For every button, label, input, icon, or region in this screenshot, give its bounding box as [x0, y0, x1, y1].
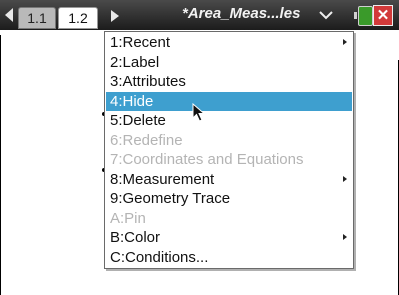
- menu-item[interactable]: C:Conditions...: [106, 248, 352, 267]
- submenu-arrow-icon: [343, 39, 347, 45]
- tab-1-2[interactable]: 1.2: [58, 7, 98, 29]
- menu-item-label: 6:Redefine: [110, 131, 183, 149]
- menu-item-label: 4:Hide: [110, 92, 154, 110]
- menu-item[interactable]: 3:Attributes: [106, 72, 352, 91]
- menu-item-label: 2:Label: [110, 53, 160, 71]
- context-menu: 1:Recent 2:Label 3:Attributes 4:Hide 5:Delet…: [104, 31, 354, 269]
- submenu-arrow-icon: [343, 175, 347, 182]
- menu-item[interactable]: 4:Hide: [106, 91, 352, 111]
- tab-1-1[interactable]: 1.1: [18, 7, 56, 29]
- menu-item[interactable]: 2:Label: [106, 53, 352, 72]
- menu-item[interactable]: 9:Geometry Trace: [106, 189, 352, 208]
- menu-item-label: A:Pin: [110, 209, 146, 227]
- menu-item-label: 5:Delete: [110, 112, 166, 129]
- menu-item[interactable]: 8:Measurement: [106, 170, 352, 189]
- menu-item-label: 8:Measurement: [110, 170, 215, 188]
- submenu-arrow-icon: [343, 234, 347, 240]
- menu-item: 6:Redefine: [106, 131, 352, 150]
- menu-item-label: 3:Attributes: [110, 73, 186, 90]
- menu-item: 7:Coordinates and Equations: [106, 150, 352, 169]
- chevron-down-icon[interactable]: [319, 10, 333, 20]
- menu-item-label: 9:Geometry Trace: [110, 190, 231, 207]
- canvas-line-left: [0, 35, 1, 295]
- menu-item-label: 1:Recent: [110, 34, 171, 51]
- menu-item[interactable]: B:Color: [106, 228, 352, 247]
- menu-item-label: 7:Coordinates and Equations: [110, 151, 304, 168]
- document-title[interactable]: *Area_Meas...les: [182, 5, 300, 22]
- calculator-screen: 1.1 1.2 *Area_Meas...les ✕ 1:Recent 2:Lab…: [0, 0, 399, 295]
- menu-item: A:Pin: [106, 209, 352, 228]
- close-icon[interactable]: ✕: [373, 5, 393, 26]
- tab-right-arrow-icon[interactable]: [111, 10, 119, 22]
- menu-item[interactable]: 5:Delete: [106, 111, 352, 130]
- tab-left-arrow-icon[interactable]: [5, 8, 13, 22]
- menu-item-label: B:Color: [110, 229, 161, 246]
- menu-item[interactable]: 1:Recent: [106, 33, 352, 52]
- battery-icon: [354, 6, 373, 26]
- pointer-cursor-icon: [192, 103, 206, 122]
- title-bar: 1.1 1.2 *Area_Meas...les ✕: [0, 0, 399, 30]
- menu-item-label: C:Conditions...: [110, 248, 209, 266]
